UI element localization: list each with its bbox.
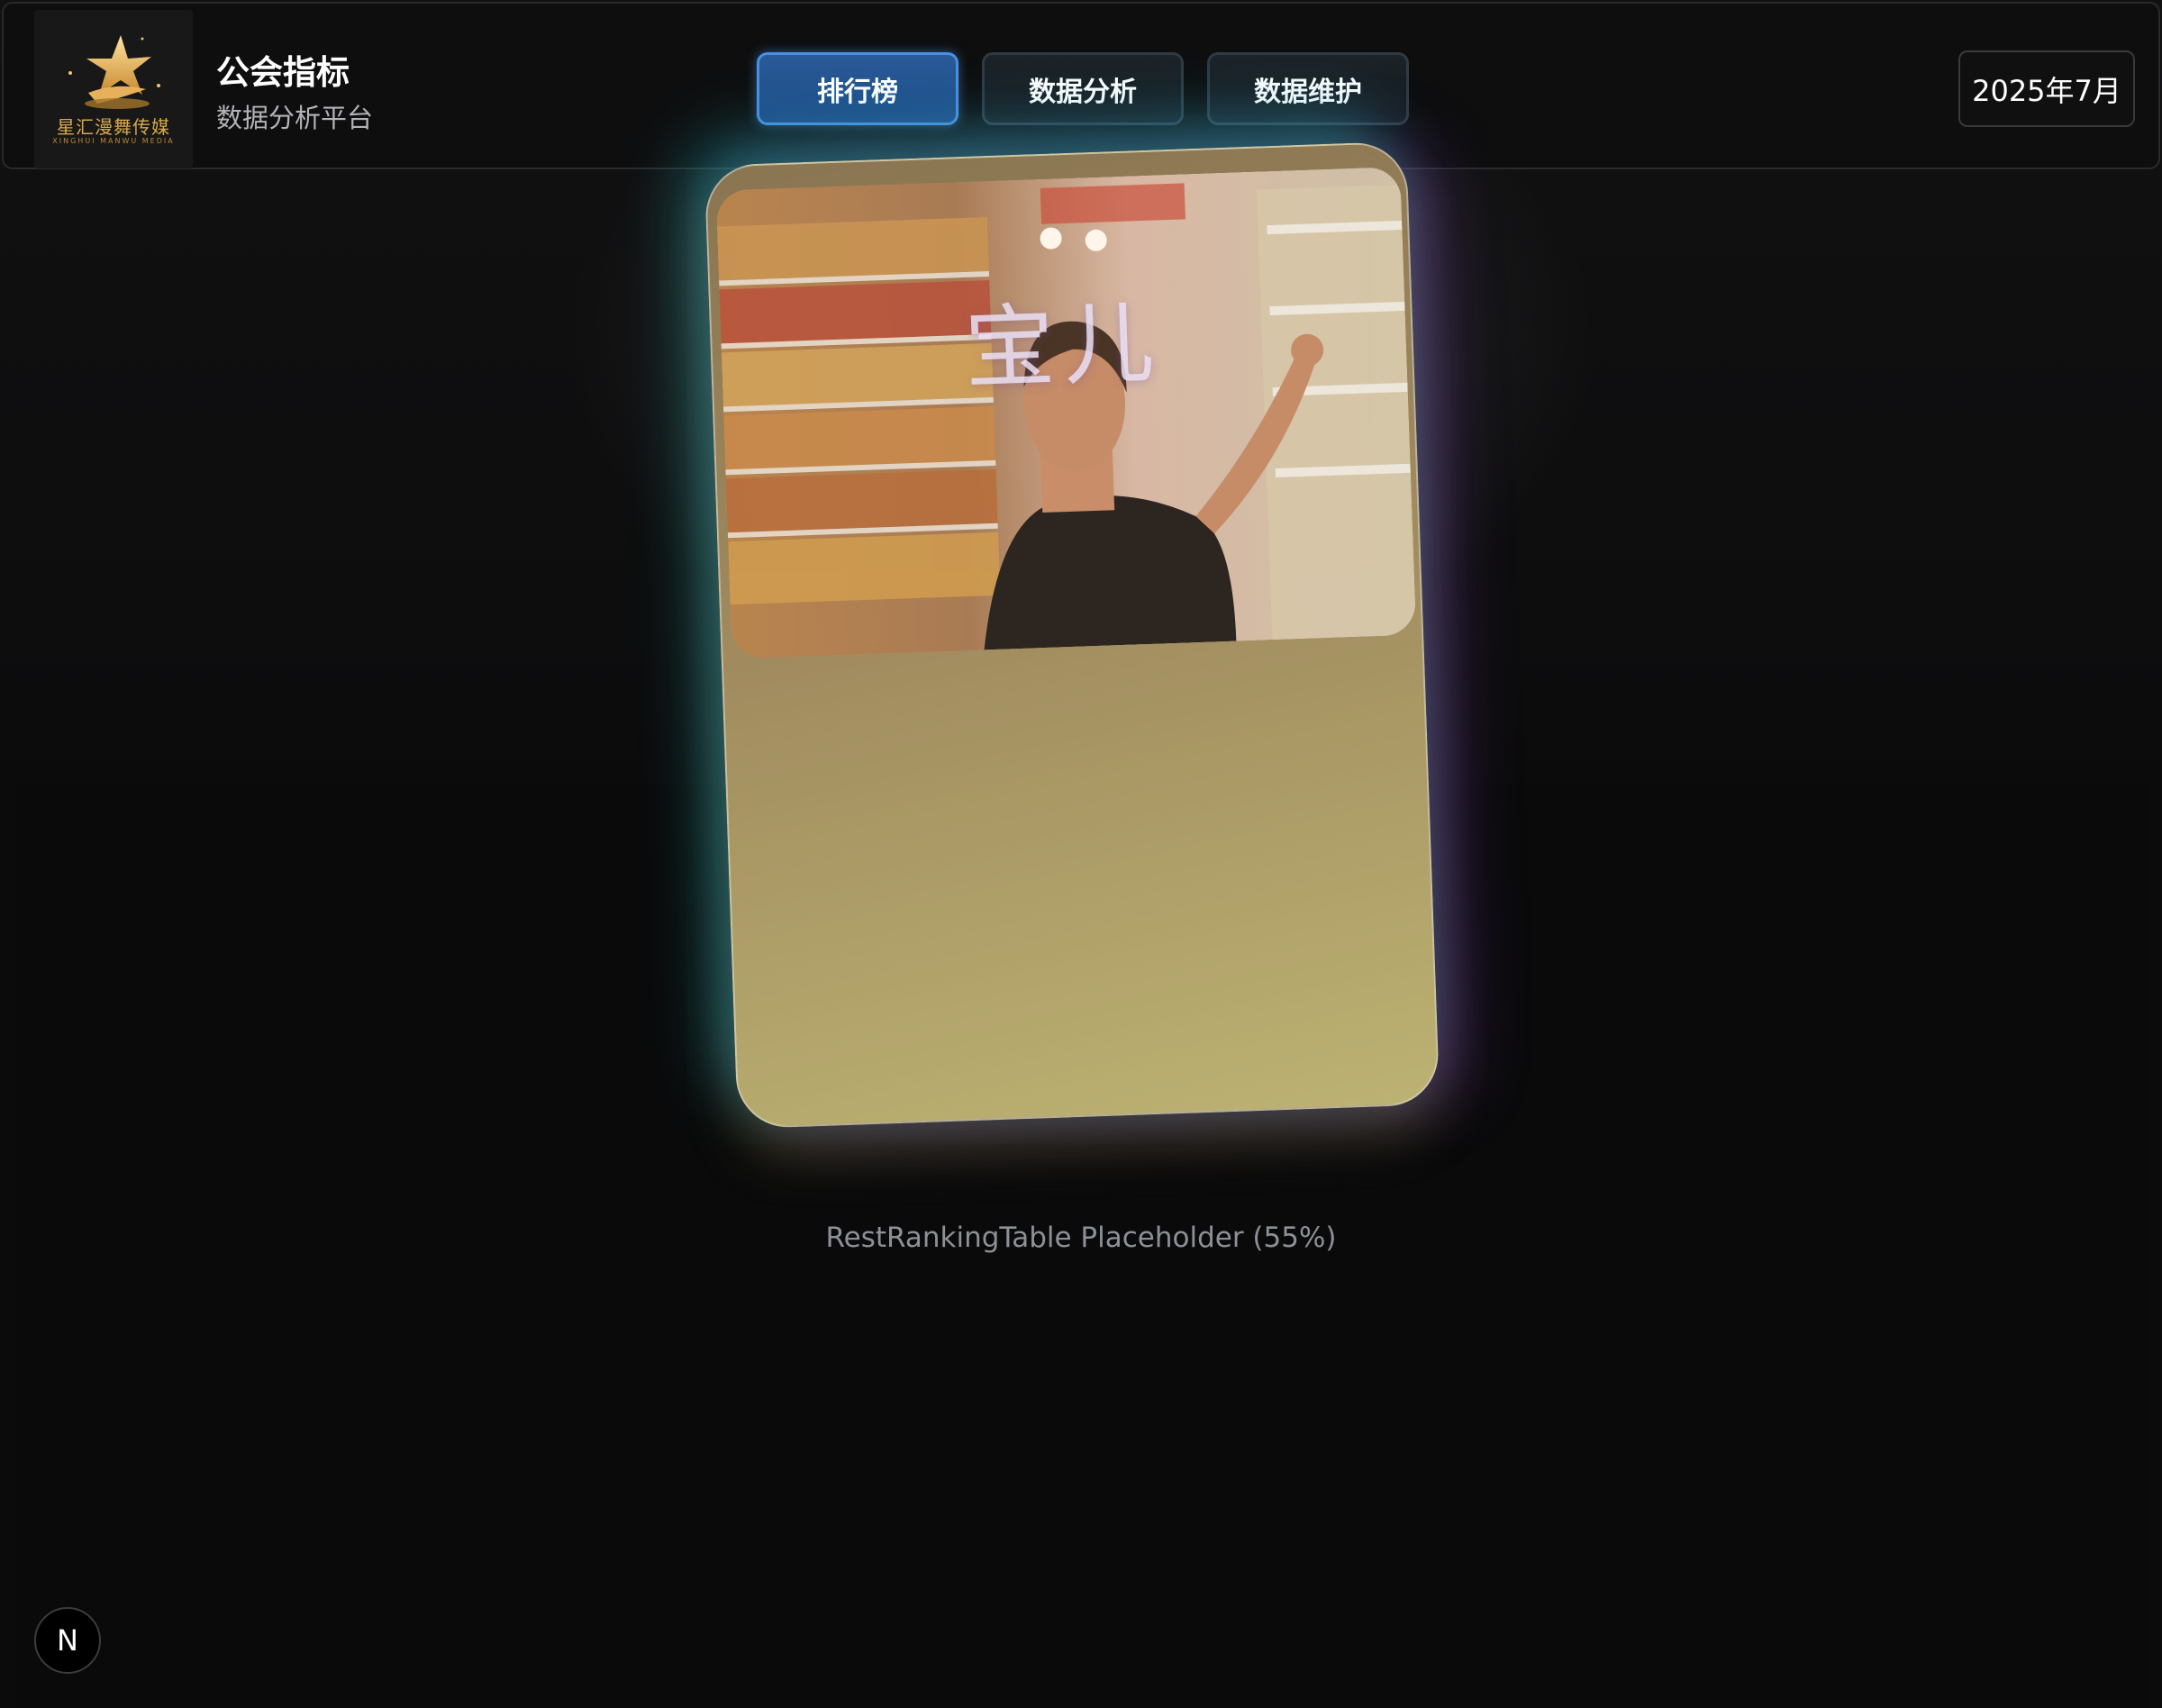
month-selector[interactable]: 2025年7月 [1958, 50, 2135, 127]
page-subtitle: 数据分析平台 [216, 103, 374, 133]
nextjs-icon[interactable]: N [34, 1607, 101, 1674]
woman-in-supermarket-aisle-photo [715, 166, 1417, 659]
tab-data-maintenance[interactable]: 数据维护 [1207, 52, 1409, 125]
photo-image [715, 166, 1417, 659]
company-logo: 星汇漫舞传媒 XINGHUI MANWU MEDIA [34, 10, 193, 168]
page-title: 公会指标 [216, 53, 350, 92]
top-header: 星汇漫舞传媒 XINGHUI MANWU MEDIA 公会指标 数据分析平台 排… [2, 2, 2160, 169]
logo-text-cn: 星汇漫舞传媒 [57, 116, 170, 138]
logo-text-en: XINGHUI MANWU MEDIA [52, 137, 175, 145]
tab-ranking[interactable]: 排行榜 [757, 52, 958, 125]
page: 星汇漫舞传媒 XINGHUI MANWU MEDIA 公会指标 数据分析平台 排… [0, 0, 2162, 1708]
card-player-name: 宝儿 [962, 289, 1165, 402]
tab-data-analysis[interactable]: 数据分析 [982, 52, 1184, 125]
top-rank-card[interactable]: 宝儿 [704, 141, 1440, 1130]
card-body: 宝儿 [704, 141, 1440, 1130]
rest-ranking-table-placeholder: RestRankingTable Placeholder (55%) [825, 1222, 1337, 1254]
